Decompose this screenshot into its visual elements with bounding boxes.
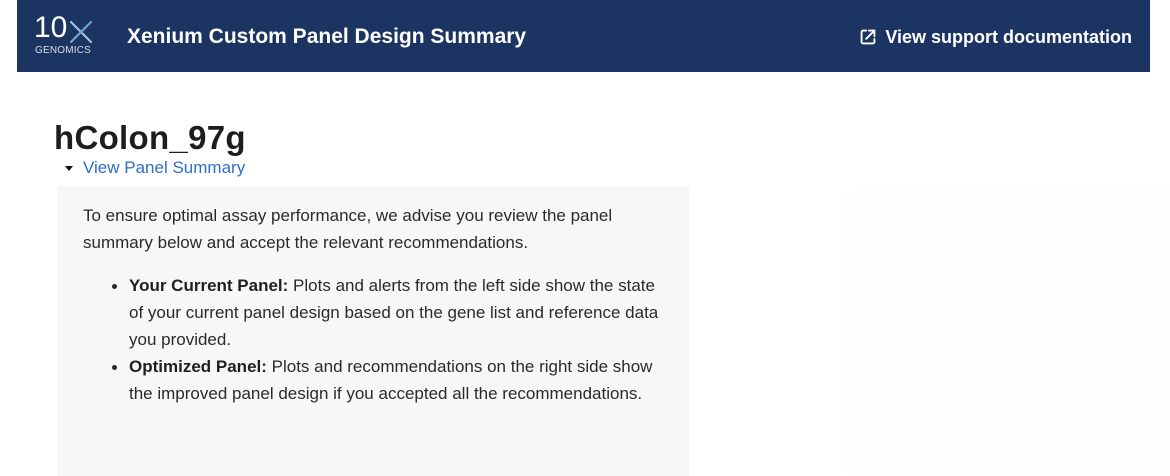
app-title: Xenium Custom Panel Design Summary <box>127 25 527 48</box>
current-panel-label: Your Current Panel: <box>129 276 294 295</box>
list-item-current-panel: Your Current Panel: Plots and alerts fro… <box>110 272 670 353</box>
logo-number: 10 <box>34 11 68 44</box>
summary-intro-text: To ensure optimal assay performance, we … <box>83 206 613 252</box>
bullet-dot-icon <box>112 365 117 370</box>
bullet-dot-icon <box>112 284 117 289</box>
caret-down-icon <box>65 166 73 171</box>
logo-x-icon <box>69 20 93 44</box>
empty-content-area <box>700 186 1170 476</box>
logo-subtitle: GENOMICS <box>35 45 92 56</box>
optimized-panel-label: Optimized Panel: <box>129 357 272 376</box>
external-link-icon <box>860 29 876 45</box>
view-panel-summary-toggle[interactable]: View Panel Summary <box>63 156 245 180</box>
top-navigation-bar: 10 GENOMICS Xenium Custom Panel Design S… <box>17 0 1150 72</box>
support-documentation-link[interactable]: View support documentation <box>857 25 1132 49</box>
view-panel-summary-label: View Panel Summary <box>83 158 246 177</box>
panel-title: hColon_97g <box>54 119 246 157</box>
list-item-optimized-panel: Optimized Panel: Plots and recommendatio… <box>110 353 670 407</box>
support-documentation-label: View support documentation <box>885 27 1132 47</box>
summary-bullet-list: Your Current Panel: Plots and alerts fro… <box>110 272 670 407</box>
company-logo: 10 GENOMICS <box>34 10 102 60</box>
panel-summary-card: To ensure optimal assay performance, we … <box>57 186 689 476</box>
page: 10 GENOMICS Xenium Custom Panel Design S… <box>0 0 1170 476</box>
